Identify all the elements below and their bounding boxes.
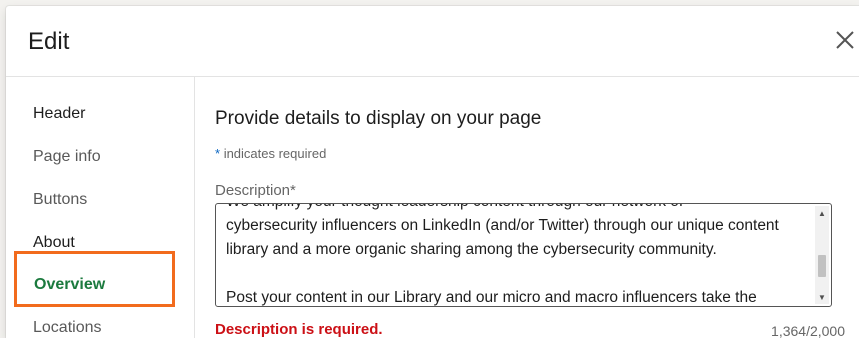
modal-header: Edit: [6, 6, 859, 77]
character-counter: 1,364/2,000: [771, 323, 845, 338]
sidebar-nav: Header Page info Buttons About Overview …: [6, 77, 195, 338]
scroll-down-arrow-icon[interactable]: ▼: [815, 290, 829, 304]
modal-title: Edit: [28, 28, 70, 55]
sidebar-section-about: About: [33, 234, 75, 251]
sidebar-item-overview[interactable]: Overview: [34, 276, 105, 294]
required-note: * indicates required: [215, 146, 326, 161]
required-star: *: [215, 146, 221, 161]
close-button[interactable]: [825, 22, 859, 62]
description-text[interactable]: We amplify your thought leadership conte…: [226, 204, 809, 306]
description-error: Description is required.: [215, 321, 383, 338]
scroll-up-arrow-icon[interactable]: ▲: [815, 206, 829, 220]
description-label: Description*: [215, 182, 296, 199]
description-label-text: Description: [215, 182, 291, 199]
textarea-scrollbar[interactable]: ▲ ▼: [815, 206, 829, 304]
main-panel: Provide details to display on your page …: [195, 77, 859, 338]
close-icon: [834, 29, 856, 56]
required-note-text: indicates required: [223, 146, 327, 161]
sidebar-item-buttons[interactable]: Buttons: [33, 191, 87, 209]
sidebar-section-header: Header: [33, 105, 86, 122]
description-required-marker: *: [290, 182, 296, 199]
description-textarea[interactable]: We amplify your thought leadership conte…: [215, 203, 832, 307]
sidebar-item-page-info[interactable]: Page info: [33, 148, 101, 166]
sidebar-item-locations[interactable]: Locations: [33, 319, 102, 337]
edit-modal: Edit Header Page info Buttons About Over…: [6, 6, 859, 338]
section-heading: Provide details to display on your page: [215, 108, 542, 129]
scrollbar-thumb[interactable]: [818, 254, 826, 277]
